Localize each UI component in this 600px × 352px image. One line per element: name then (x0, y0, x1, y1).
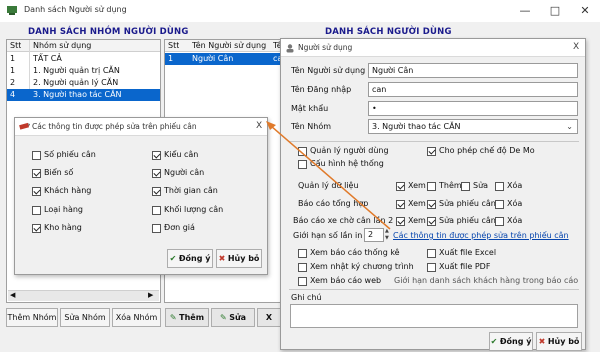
annotation-arrow (266, 121, 391, 230)
